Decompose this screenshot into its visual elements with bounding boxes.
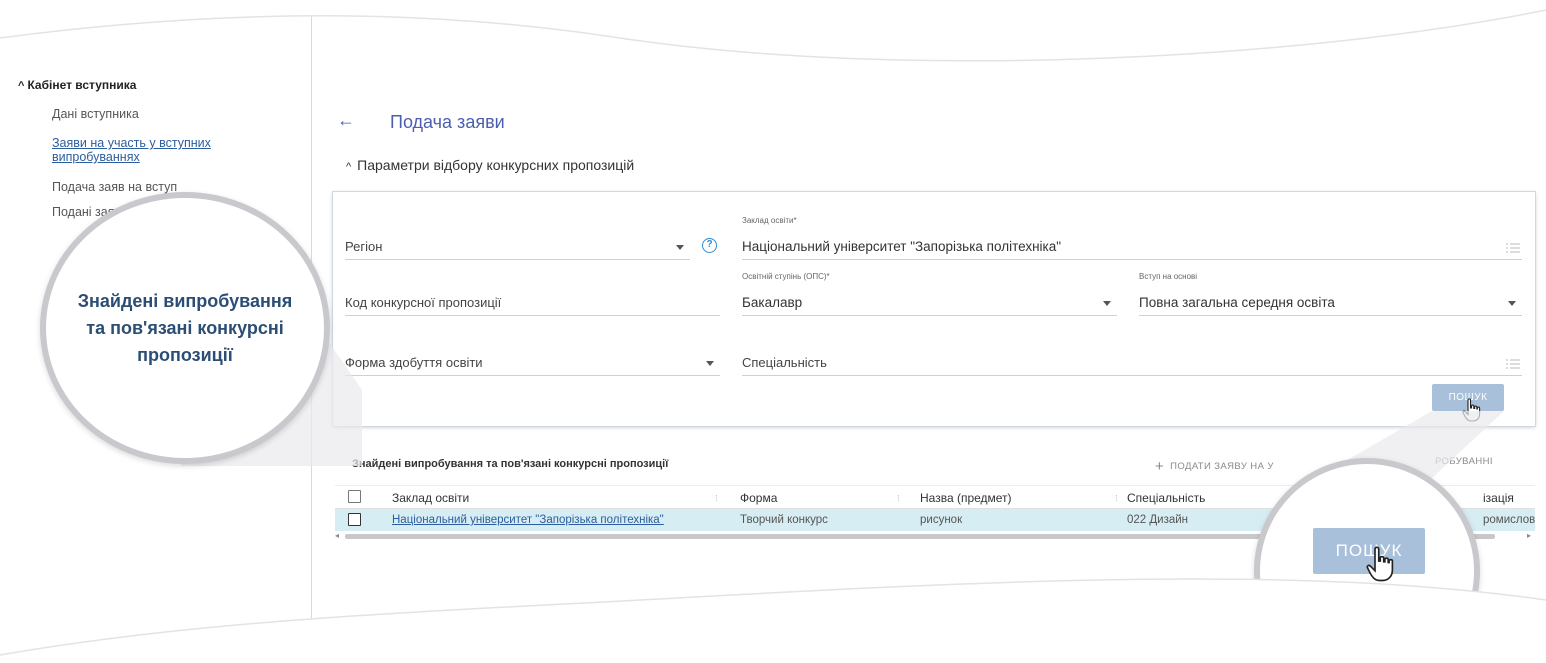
caret-down-icon — [1103, 301, 1111, 306]
zoomed-search-button: ПОШУК — [1313, 528, 1425, 574]
list-icon[interactable] — [1506, 243, 1520, 253]
column-resize-handle[interactable]: ⁝ — [715, 493, 718, 504]
chevron-up-icon: ^ — [18, 80, 25, 92]
sidebar-item-submit-applications[interactable]: Подача заяв на вступ — [52, 180, 177, 194]
search-button[interactable]: ПОШУК — [1432, 384, 1504, 411]
degree-caption: Освітній ступінь (ОПС)* — [742, 272, 830, 281]
institution-caption: Заклад освіти* — [742, 216, 797, 225]
row-subject: рисунок — [920, 514, 963, 526]
basis-select[interactable]: Вступ на основі Повна загальна середня о… — [1139, 272, 1522, 316]
apply-exam-label-tail: РОБУВАННІ — [1435, 456, 1493, 467]
sidebar-item-label-line2: випробуваннях — [52, 150, 140, 164]
sidebar-heading-label: Кабінет вступника — [27, 78, 137, 92]
plus-icon: + — [1155, 458, 1165, 475]
back-arrow-icon[interactable]: ← — [337, 110, 355, 131]
sidebar-heading[interactable]: ^ Кабінет вступника — [18, 78, 136, 92]
institution-field[interactable]: Заклад освіти* Національний університет … — [742, 216, 1522, 260]
callout-text: Знайдені випробування та пов'язані конку… — [40, 288, 330, 369]
degree-value: Бакалавр — [742, 295, 803, 310]
column-header-specialty[interactable]: Спеціальність — [1127, 491, 1205, 505]
study-form-label: Форма здобуття освіти — [345, 355, 483, 370]
screen: ^ Кабінет вступника Дані вступника Заяви … — [0, 0, 1546, 663]
callout-text-line1: Знайдені випробування — [77, 291, 293, 311]
scroll-left-icon[interactable]: ◂ — [335, 531, 339, 540]
chevron-up-icon: ^ — [346, 161, 352, 173]
offer-code-label: Код конкурсної пропозиції — [345, 295, 502, 310]
results-title: Знайдені випробування та пов'язані конку… — [352, 458, 669, 470]
sidebar-item-applicant-data[interactable]: Дані вступника — [52, 107, 139, 121]
scroll-right-icon[interactable]: ▸ — [1527, 531, 1531, 540]
basis-value: Повна загальна середня освіта — [1139, 295, 1335, 310]
help-circle-icon[interactable]: ? — [702, 238, 717, 253]
column-resize-handle[interactable]: ⁝ — [1115, 493, 1118, 504]
specialty-field[interactable]: Спеціальність — [742, 346, 1522, 376]
select-all-checkbox[interactable] — [348, 490, 361, 503]
callout-text-line2: та пов'язані конкурсні — [86, 318, 284, 338]
column-header-institution[interactable]: Заклад освіти — [392, 491, 469, 505]
caret-down-icon — [676, 245, 684, 250]
region-select[interactable]: Регіон — [345, 230, 690, 260]
apply-exam-label: ПОДАТИ ЗАЯВУ НА У — [1170, 461, 1274, 472]
region-label: Регіон — [345, 239, 383, 254]
column-resize-handle[interactable]: ⁝ — [897, 493, 900, 504]
study-form-select[interactable]: Форма здобуття освіти — [345, 346, 720, 376]
sidebar-item-label-line1: Заяви на участь у вступних — [52, 136, 211, 150]
caret-down-icon — [706, 361, 714, 366]
row-specialization: ромислов — [1483, 514, 1536, 526]
page-title: Подача заяви — [390, 112, 505, 132]
column-header-form[interactable]: Форма — [740, 491, 777, 505]
row-specialty: 022 Дизайн — [1127, 514, 1189, 526]
sidebar-item-exam-applications[interactable]: Заяви на участь у вступних випробуваннях — [52, 136, 211, 164]
degree-select[interactable]: Освітній ступінь (ОПС)* Бакалавр — [742, 272, 1117, 316]
list-icon[interactable] — [1506, 359, 1520, 369]
caret-down-icon — [1508, 301, 1516, 306]
institution-value: Національний університет "Запорізька пол… — [742, 239, 1062, 254]
specialty-label: Спеціальність — [742, 355, 827, 370]
callout-text-line3: пропозиції — [137, 345, 233, 365]
offer-code-input[interactable]: Код конкурсної пропозиції — [345, 286, 720, 316]
section-title: Параметри відбору конкурсних пропозицій — [357, 157, 635, 173]
section-toggle[interactable]: ^ Параметри відбору конкурсних пропозицій — [346, 157, 634, 173]
basis-caption: Вступ на основі — [1139, 272, 1198, 281]
column-header-subject[interactable]: Назва (предмет) — [920, 491, 1012, 505]
column-header-specialization[interactable]: ізація — [1483, 491, 1514, 505]
apply-exam-button[interactable]: + ПОДАТИ ЗАЯВУ НА У РОБУВАННІ — [1155, 456, 1492, 475]
row-checkbox[interactable] — [348, 513, 361, 526]
row-form: Творчий конкурс — [740, 514, 828, 526]
row-institution-link[interactable]: Національний університет "Запорізька пол… — [392, 514, 664, 526]
